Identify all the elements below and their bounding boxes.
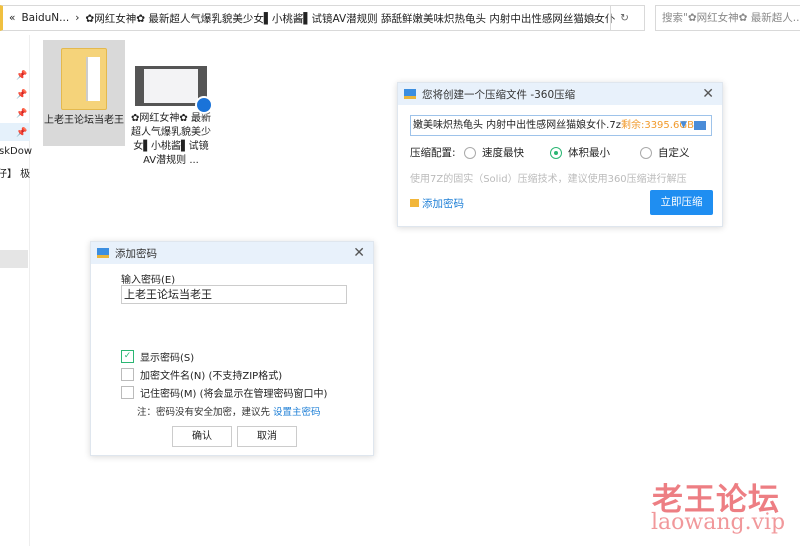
breadcrumb-separator: › xyxy=(75,12,80,24)
radio-smallest[interactable]: 体积最小 xyxy=(550,145,610,160)
pin-icon: 📌 xyxy=(16,71,28,81)
file-name: ✿网红女神✿ 最新超人气爆乳貌美少女▌小桃酱▌试镜AV潜规则 ... xyxy=(131,113,211,166)
password-input[interactable]: 上老王论坛当老王 xyxy=(121,285,347,304)
radio-fastest[interactable]: 速度最快 xyxy=(464,145,524,160)
encrypt-filenames-checkbox[interactable]: 加密文件名(N) (不支持ZIP格式) xyxy=(121,367,282,382)
note-text: 注：密码没有安全加密，建议先 xyxy=(137,407,271,418)
cancel-button[interactable]: 取消 xyxy=(237,426,297,447)
dropdown-icon[interactable]: ▼ xyxy=(680,116,687,135)
radio-label: 体积最小 xyxy=(568,147,610,159)
checkbox-label: 记住密码(M) (将会显示在管理密码窗口中) xyxy=(140,389,328,400)
sidebar-item[interactable] xyxy=(0,250,28,268)
pin-icon: 📌 xyxy=(16,128,28,138)
lock-icon xyxy=(410,199,419,207)
add-password-label: 添加密码 xyxy=(422,198,464,210)
config-label: 压缩配置: xyxy=(410,147,456,159)
app-icon xyxy=(404,89,416,99)
add-password-link[interactable]: 添加密码 xyxy=(410,196,464,211)
checkbox-label: 加密文件名(N) (不支持ZIP格式) xyxy=(140,371,283,382)
video-item[interactable]: ✿网红女神✿ 最新超人气爆乳貌美少女▌小桃酱▌试镜AV潜规则 ... xyxy=(128,66,214,168)
hint-text: 使用7Z的固实（Solid）压缩技术，建议使用360压缩进行解压 xyxy=(410,174,687,185)
close-icon[interactable]: ✕ xyxy=(702,86,714,102)
chevron-down-icon[interactable]: ⌄ xyxy=(589,12,598,24)
password-dialog: 添加密码 ✕ 输入密码(E) 上老王论坛当老王 ✓ 显示密码(S) 加密文件名(N)… xyxy=(90,241,374,456)
address-bar[interactable]: « BaiduN... › ✿网红女神✿ 最新超人气爆乳貌美少女▌小桃酱▌试镜A… xyxy=(0,5,645,31)
pin-icon: 📌 xyxy=(16,109,28,119)
checkbox-label: 显示密码(S) xyxy=(140,353,195,364)
show-password-checkbox[interactable]: ✓ 显示密码(S) xyxy=(121,349,194,364)
back-chevron-icon[interactable]: « xyxy=(9,12,15,24)
video-thumbnail-icon xyxy=(135,66,213,114)
sidebar: 📌 📌 📌 📌 skDow 仔】 极 xyxy=(0,35,32,546)
radio-label: 速度最快 xyxy=(482,147,524,159)
breadcrumb-current[interactable]: ✿网红女神✿ 最新超人气爆乳貌美少女▌小桃酱▌试镜AV潜规则 舔舐鲜嫩美味炽热龟… xyxy=(85,11,615,26)
breadcrumb-root[interactable]: BaiduN... xyxy=(21,12,69,24)
refresh-icon[interactable]: ↻ xyxy=(610,6,638,30)
search-input[interactable]: 搜索"✿网红女神✿ 最新超人... xyxy=(655,5,800,31)
dialog-title: 添加密码 xyxy=(115,247,157,260)
dialog-title: 您将创建一个压缩文件 -360压缩 xyxy=(422,88,576,101)
close-icon[interactable]: ✕ xyxy=(353,245,365,261)
player-badge-icon xyxy=(195,96,213,114)
path-text: 嫩美味炽热龟头 内射中出性感网丝猫娘女仆.7z xyxy=(413,120,621,131)
output-path-field[interactable]: 嫩美味炽热龟头 内射中出性感网丝猫娘女仆.7z剩余:3395.6GB ▼ xyxy=(410,115,712,136)
radio-label: 自定义 xyxy=(658,147,690,159)
ok-button[interactable]: 确认 xyxy=(172,426,232,447)
pin-icon: 📌 xyxy=(16,90,28,100)
folder-browse-icon[interactable] xyxy=(694,121,706,130)
remember-password-checkbox[interactable]: 记住密码(M) (将会显示在管理密码窗口中) xyxy=(121,385,327,400)
folder-item[interactable]: 上老王论坛当老王 xyxy=(43,40,125,146)
compress-now-button[interactable]: 立即压缩 xyxy=(650,190,713,215)
file-name: 上老王论坛当老王 xyxy=(44,115,124,126)
app-icon xyxy=(97,248,109,258)
folder-icon xyxy=(61,48,107,110)
watermark-url: laowang.vip xyxy=(651,510,786,535)
radio-custom[interactable]: 自定义 xyxy=(640,145,690,160)
sidebar-item[interactable]: skDow xyxy=(0,146,32,157)
sidebar-item[interactable]: 仔】 极 xyxy=(0,165,30,180)
password-label: 输入密码(E) xyxy=(121,275,176,286)
compress-dialog: 您将创建一个压缩文件 -360压缩 ✕ 嫩美味炽热龟头 内射中出性感网丝猫娘女仆.… xyxy=(397,82,723,227)
set-master-password-link[interactable]: 设置主密码 xyxy=(273,407,321,418)
